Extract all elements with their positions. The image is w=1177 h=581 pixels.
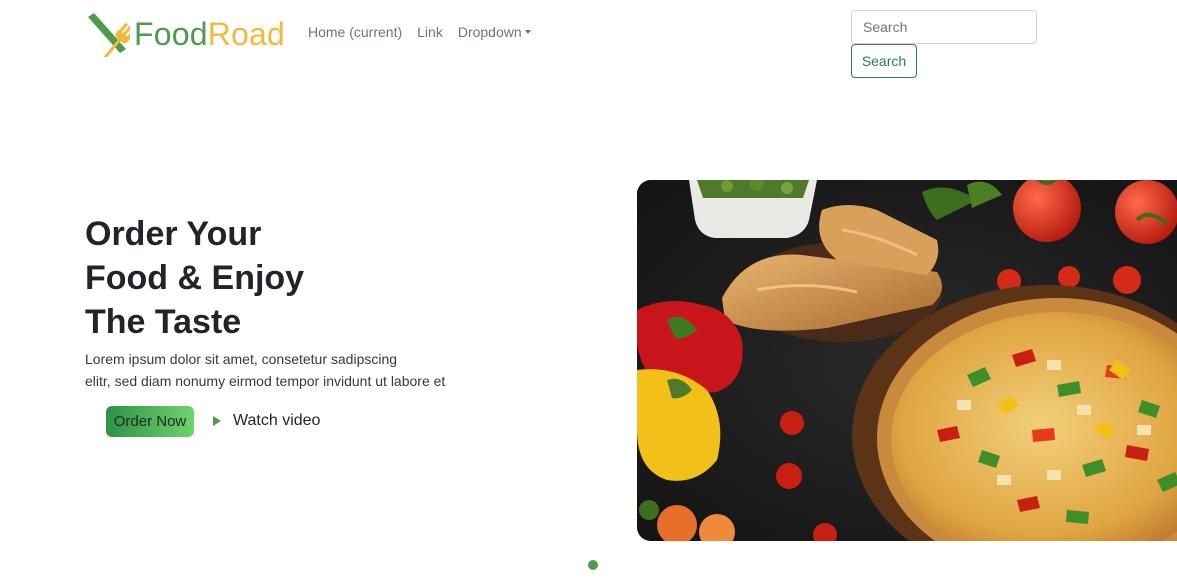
- hero-description-line-1: Lorem ipsum dolor sit amet, consetetur s…: [85, 351, 398, 367]
- nav-dropdown-label: Dropdown: [457, 24, 522, 40]
- nav-dropdown[interactable]: Dropdown: [458, 24, 531, 40]
- brand-name-road: Road: [207, 16, 286, 52]
- fork-knife-icon: [88, 13, 130, 57]
- hero-title-line-1: Order Your: [85, 215, 262, 253]
- brand-name-food: Food: [134, 16, 208, 52]
- hero-title: Order Your Food & Enjoy The Taste: [85, 212, 304, 344]
- hero-description-line-2: elitr, sed diam nonumy eirmod tempor inv…: [85, 373, 446, 389]
- carousel-indicator[interactable]: [588, 560, 598, 570]
- watch-video-link[interactable]: Watch video: [213, 412, 320, 430]
- hero-description: Lorem ipsum dolor sit amet, consetetur s…: [85, 348, 505, 392]
- order-now-button[interactable]: Order Now: [106, 406, 194, 437]
- search-input[interactable]: [851, 10, 1037, 44]
- hero-title-line-2: Food & Enjoy: [85, 259, 305, 297]
- main-nav: Home (current) Link Dropdown: [308, 24, 546, 40]
- play-icon: [213, 416, 221, 426]
- brand-name: FoodRoad: [134, 18, 285, 50]
- hero-title-line-3: The Taste: [85, 303, 242, 341]
- brand[interactable]: FoodRoad: [84, 10, 285, 58]
- caret-down-icon: [524, 30, 531, 34]
- watch-video-label: Watch video: [233, 412, 321, 429]
- pizza-photo: [637, 180, 1177, 541]
- nav-link-link[interactable]: Link: [417, 24, 443, 40]
- nav-link-home[interactable]: Home (current): [308, 24, 402, 40]
- search-button[interactable]: Search: [851, 44, 917, 78]
